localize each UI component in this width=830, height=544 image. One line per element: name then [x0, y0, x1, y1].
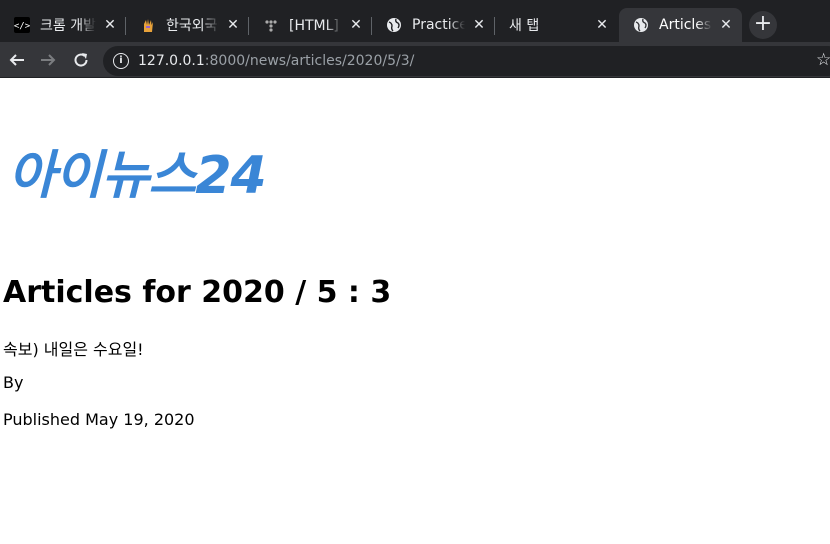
reload-icon — [74, 53, 88, 67]
tab-title: 크롬 개발 — [40, 18, 96, 34]
close-icon[interactable]: ✕ — [348, 17, 364, 33]
url-host: 127.0.0.1 — [138, 53, 205, 69]
forward-arrow-icon — [41, 54, 56, 66]
tab-title: 새 탭 — [509, 18, 540, 34]
tab-title: Articles fo — [659, 17, 712, 33]
tab-html-tistory[interactable]: [HTML] 태 ✕ — [249, 8, 372, 42]
page-content: 아이뉴스24 Articles for 2020 / 5 : 3 속보) 내일은… — [0, 79, 830, 544]
forward-button[interactable] — [34, 46, 62, 74]
globe-icon — [386, 17, 402, 33]
svg-text:</>: </> — [14, 22, 30, 32]
close-icon[interactable]: ✕ — [102, 17, 118, 33]
tab-title: 한국외국어 — [166, 18, 219, 34]
site-logo: 아이뉴스24 — [8, 146, 267, 206]
close-icon[interactable]: ✕ — [225, 17, 241, 33]
article-byline: By — [3, 373, 24, 392]
reload-button[interactable] — [67, 46, 95, 74]
info-icon[interactable]: i — [113, 53, 129, 69]
devtools-icon: </> — [14, 17, 30, 33]
tab-chrome-devtools[interactable]: </> 크롬 개발 ✕ — [0, 8, 126, 42]
tistory-icon — [263, 17, 279, 33]
tab-articles[interactable]: Articles fo ✕ — [619, 8, 742, 42]
url-path: :8000/news/articles/2020/5/3/ — [204, 53, 415, 69]
close-icon[interactable]: ✕ — [471, 17, 487, 33]
back-button[interactable] — [3, 46, 31, 74]
url-text: 127.0.0.1:8000/news/articles/2020/5/3/ — [138, 53, 414, 69]
page-title: Articles for 2020 / 5 : 3 — [3, 275, 392, 310]
hand-logo-icon — [140, 17, 156, 33]
tab-practice[interactable]: Practice_ ✕ — [372, 8, 495, 42]
close-icon[interactable]: ✕ — [718, 17, 734, 33]
tab-strip: </> 크롬 개발 ✕ 한국외국어 ✕ [HTML] 태 ✕ Practice_… — [0, 0, 830, 42]
back-arrow-icon — [9, 54, 24, 66]
article-title: 속보) 내일은 수요일! — [3, 340, 144, 359]
browser-toolbar: i 127.0.0.1:8000/news/articles/2020/5/3/ — [0, 42, 830, 78]
close-icon[interactable]: ✕ — [594, 17, 610, 33]
article-published-date: Published May 19, 2020 — [3, 410, 195, 429]
address-bar[interactable]: i 127.0.0.1:8000/news/articles/2020/5/3/ — [103, 46, 830, 76]
new-tab-button[interactable]: + — [749, 11, 777, 39]
tab-hufs[interactable]: 한국외국어 ✕ — [126, 8, 249, 42]
tab-title: Practice_ — [412, 17, 465, 33]
bookmark-star-icon[interactable]: ☆ — [816, 50, 830, 70]
tab-title: [HTML] 태 — [289, 18, 342, 34]
tab-new-tab[interactable]: 새 탭 ✕ — [495, 8, 618, 42]
globe-icon — [633, 17, 649, 33]
